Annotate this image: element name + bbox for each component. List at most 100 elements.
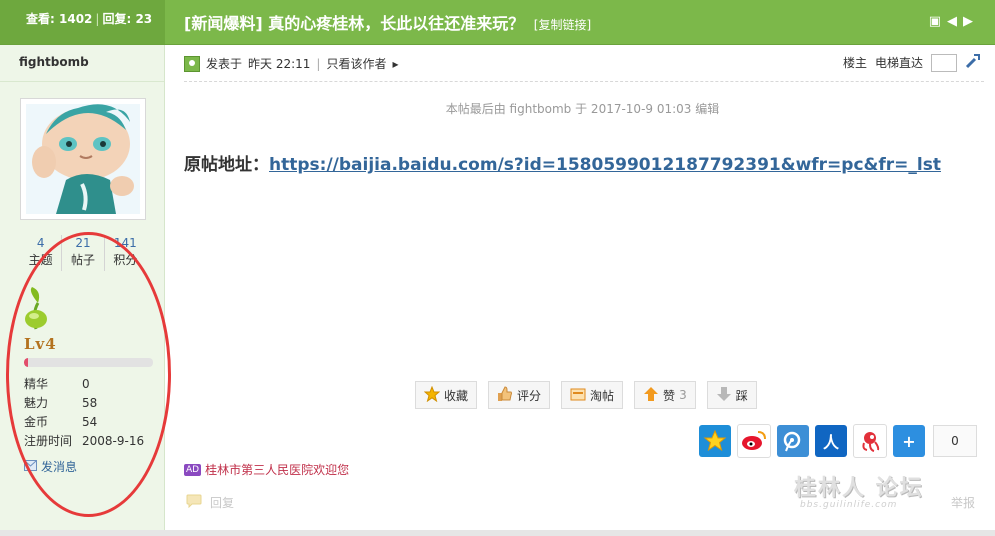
info-row: 注册时间 2008-9-16 — [24, 432, 144, 451]
post-meta: 发表于 昨天 22:11 | 只看该作者 ▸ — [184, 55, 399, 72]
forum-watermark-url: bbs.guilinlife.com — [800, 500, 898, 510]
ad-link[interactable]: AD 桂林市第三人民医院欢迎您 — [184, 461, 349, 478]
author-only-arrow-icon[interactable]: ▸ — [392, 57, 398, 71]
star-icon — [423, 385, 441, 405]
renren-icon[interactable]: 人 — [815, 425, 847, 457]
info-key: 精华 — [24, 377, 49, 391]
ad-tag: AD — [184, 463, 202, 476]
info-value: 54 — [82, 415, 98, 429]
info-row: 金币 54 — [24, 413, 144, 432]
favorite-button[interactable]: 收藏 — [415, 381, 478, 409]
thread-stats: 查看: 1402 | 回复: 23 — [0, 0, 165, 44]
copy-link-button[interactable]: [复制链接] — [534, 18, 591, 32]
author-sidebar: fightbomb 4 主题 21 帖子 141 积分 Lv4 精华 0 魅力 … — [0, 45, 165, 530]
reply-icon — [186, 494, 204, 511]
reply-label: 回复 — [210, 496, 235, 510]
like-count: 3 — [679, 388, 687, 402]
qzone-icon[interactable] — [699, 425, 731, 457]
thread-header-bar: 查看: 1402 | 回复: 23 [新闻爆料] 真的心疼桂林，长此以往还准来玩？ … — [0, 0, 995, 45]
floor-jump-input[interactable] — [931, 53, 957, 72]
dislike-button[interactable]: 踩 — [706, 381, 757, 409]
report-button[interactable]: 举报 — [951, 494, 975, 511]
info-value: 0 — [82, 377, 90, 391]
info-row: 魅力 58 — [24, 394, 144, 413]
info-value: 58 — [82, 396, 98, 410]
avatar-image — [26, 104, 140, 214]
info-row: 精华 0 — [24, 375, 144, 394]
posted-label: 发表于 — [206, 57, 243, 71]
bottom-divider — [0, 530, 995, 536]
thread-title-row: [新闻爆料] 真的心疼桂林，长此以往还准来玩？ [复制链接] — [184, 0, 591, 49]
like-label: 赞 — [663, 388, 676, 403]
meta-separator: | — [316, 56, 321, 71]
tray-icon — [570, 386, 586, 405]
stat-topics-value: 4 — [36, 236, 45, 250]
floor-label: 楼主 — [842, 56, 867, 70]
post-actions: 收藏 评分 淘帖 赞 3 踩 — [415, 381, 757, 409]
like-button[interactable]: 赞 3 — [634, 381, 696, 409]
stat-credits-value: 141 — [113, 236, 137, 250]
more-share-icon[interactable]: + — [893, 425, 925, 457]
views-label: 查看: — [26, 12, 55, 26]
edit-note: 本帖最后由 fightbomb 于 2017-10-9 01:03 编辑 — [445, 102, 720, 116]
tencent-weibo-icon[interactable] — [777, 425, 809, 457]
stats-separator: | — [95, 12, 100, 26]
next-thread-icon[interactable]: ▶ — [963, 14, 979, 29]
print-icon[interactable]: ▣ — [929, 14, 947, 29]
level-progress-fill — [24, 358, 28, 367]
level-label: Lv4 — [24, 335, 57, 353]
divider — [184, 81, 984, 82]
jump-go-icon[interactable] — [965, 53, 981, 72]
dislike-label: 踩 — [735, 388, 748, 403]
info-key: 注册时间 — [24, 434, 73, 448]
online-status-icon — [184, 55, 200, 72]
divider — [0, 81, 164, 82]
author-info: 精华 0 魅力 58 金币 54 注册时间 2008-9-16 — [24, 375, 144, 451]
jump-label: 电梯直达 — [874, 56, 923, 70]
author-name[interactable]: fightbomb — [19, 55, 89, 69]
post-content: 原帖地址：https://baijia.baidu.com/s?id=15805… — [184, 150, 941, 175]
thread-title: [新闻爆料] 真的心疼桂林，长此以往还准来玩？ — [184, 14, 525, 33]
level-sprout-icon — [22, 285, 52, 334]
replies-count: 23 — [135, 12, 153, 26]
source-link[interactable]: https://baijia.baidu.com/s?id=1580599012… — [269, 155, 941, 175]
send-message-label: 发消息 — [41, 460, 78, 474]
title-tools: ▣◀▶ — [929, 14, 979, 29]
stat-topics[interactable]: 4 主题 — [20, 235, 63, 271]
info-key: 魅力 — [24, 396, 49, 410]
envelope-icon — [24, 459, 37, 474]
down-arrow-icon — [716, 386, 732, 405]
post-tools: 楼主 电梯直达 — [843, 53, 981, 72]
posted-time: 昨天 22:11 — [248, 57, 311, 71]
share-count: 0 — [933, 425, 977, 457]
info-value: 2008-9-16 — [82, 434, 145, 448]
prev-thread-icon[interactable]: ◀ — [947, 14, 963, 29]
rate-button[interactable]: 评分 — [488, 381, 551, 409]
views-count: 1402 — [59, 12, 93, 26]
author-only-link[interactable]: 只看该作者 — [326, 55, 386, 72]
ad-text: 桂林市第三人民医院欢迎您 — [205, 463, 350, 477]
rate-label: 评分 — [517, 388, 542, 403]
collect-label: 淘帖 — [590, 388, 615, 403]
content-label: 原帖地址： — [184, 155, 269, 175]
stat-credits-label: 积分 — [113, 253, 138, 267]
stat-credits[interactable]: 141 积分 — [105, 235, 146, 271]
info-key: 金币 — [24, 415, 49, 429]
tencent-icon[interactable] — [853, 424, 887, 458]
level-progress-bar — [24, 358, 153, 367]
send-message-link[interactable]: 发消息 — [24, 458, 77, 475]
thumb-icon — [497, 385, 513, 405]
forum-watermark: 桂林人 论坛 — [794, 475, 924, 501]
author-stats: 4 主题 21 帖子 141 积分 — [20, 235, 146, 271]
replies-label: 回复: — [102, 12, 132, 26]
favorite-label: 收藏 — [444, 388, 469, 403]
stat-posts[interactable]: 21 帖子 — [62, 235, 105, 271]
stat-posts-label: 帖子 — [70, 253, 95, 267]
collect-button[interactable]: 淘帖 — [561, 381, 624, 409]
stat-topics-label: 主题 — [28, 253, 53, 267]
share-bar: 人 + 0 — [699, 424, 977, 458]
up-arrow-icon — [643, 386, 659, 405]
weibo-icon[interactable] — [737, 424, 771, 458]
reply-button[interactable]: 回复 — [186, 494, 234, 511]
stat-posts-value: 21 — [75, 236, 91, 250]
